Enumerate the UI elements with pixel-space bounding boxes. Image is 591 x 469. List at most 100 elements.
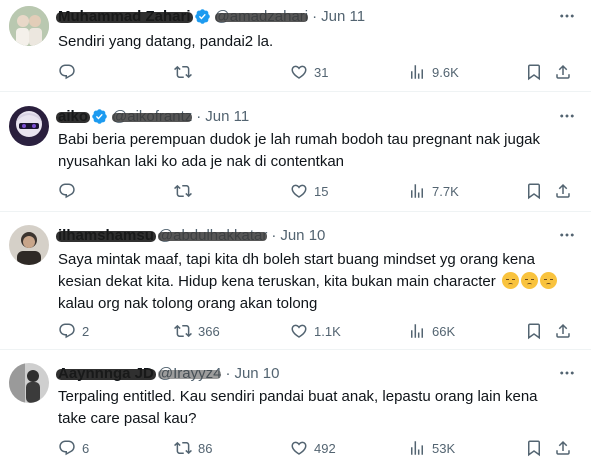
more-button[interactable] xyxy=(557,363,577,383)
avatar[interactable] xyxy=(9,363,49,403)
tweet-header: ilhamshamsu @abdulhakkatar · Jun 10 xyxy=(56,225,325,245)
share-icon xyxy=(554,322,572,340)
share-button[interactable] xyxy=(554,62,572,82)
share-icon xyxy=(554,63,572,81)
avatar-photo-bw-icon xyxy=(9,363,49,403)
retweet-button[interactable] xyxy=(174,181,198,201)
tweet[interactable]: ilhamshamsu @abdulhakkatar · Jun 10 Saya… xyxy=(0,213,591,350)
view-count: 66K xyxy=(432,323,456,339)
more-icon xyxy=(558,107,576,125)
avatar[interactable] xyxy=(9,225,49,265)
redaction-scribble xyxy=(157,369,222,379)
reply-button[interactable] xyxy=(58,62,82,82)
tweet-date[interactable]: Jun 11 xyxy=(321,8,365,25)
reply-count: 2 xyxy=(82,323,90,339)
views-button[interactable]: 9.6K xyxy=(408,62,459,82)
relieved-face-emoji xyxy=(520,272,538,289)
retweet-button[interactable] xyxy=(174,62,198,82)
avatar-photo-people-icon xyxy=(9,6,49,46)
avatar-anime-purple-icon xyxy=(9,106,49,146)
views-icon xyxy=(408,439,426,457)
view-count: 7.7K xyxy=(432,183,459,199)
relieved-face-emoji xyxy=(539,272,557,289)
display-name[interactable]: aiko xyxy=(56,108,91,125)
tweet-date[interactable]: Jun 10 xyxy=(234,365,279,382)
tweet[interactable]: aiko @aikofrantz · Jun 11 Babi beria per… xyxy=(0,93,591,212)
views-button[interactable]: 53K xyxy=(408,438,455,458)
reply-button[interactable]: 6 xyxy=(58,438,89,458)
redaction-scribble xyxy=(56,11,193,23)
view-count: 9.6K xyxy=(432,64,459,80)
redaction-scribble xyxy=(214,12,309,22)
tweet-date[interactable]: Jun 10 xyxy=(280,227,325,244)
like-icon xyxy=(290,322,308,340)
retweet-icon xyxy=(174,63,192,81)
separator-dot: · xyxy=(225,364,231,382)
handle[interactable]: @amadzahari xyxy=(214,8,309,25)
views-button[interactable]: 7.7K xyxy=(408,181,459,201)
more-button[interactable] xyxy=(557,106,577,126)
retweet-button[interactable]: 366 xyxy=(174,321,220,341)
more-icon xyxy=(558,364,576,382)
views-button[interactable]: 66K xyxy=(408,321,455,341)
share-button[interactable] xyxy=(554,438,572,458)
views-icon xyxy=(408,63,426,81)
tweet-actions: 31 9.6K xyxy=(58,62,578,82)
handle[interactable]: @Irayyz4 xyxy=(157,365,222,382)
more-icon xyxy=(558,7,576,25)
verified-icon xyxy=(194,8,211,25)
tweet[interactable]: Aaynnnga JD @Irayyz4 · Jun 10 Terpaling … xyxy=(0,351,591,469)
like-icon xyxy=(290,439,308,457)
more-button[interactable] xyxy=(557,6,577,26)
bookmark-button[interactable] xyxy=(525,438,543,458)
like-button[interactable]: 15 xyxy=(290,181,328,201)
like-button[interactable]: 492 xyxy=(290,438,336,458)
separator-dot: · xyxy=(196,107,202,125)
relieved-face-emoji xyxy=(501,272,519,289)
display-name[interactable]: Aaynnnga JD xyxy=(56,365,156,382)
display-name[interactable]: Muhammad Zahari xyxy=(56,8,193,25)
more-button[interactable] xyxy=(557,225,577,245)
tweet-text: Saya mintak maaf, tapi kita dh boleh sta… xyxy=(58,249,568,315)
redaction-scribble xyxy=(157,231,268,241)
reply-button[interactable] xyxy=(58,181,82,201)
bookmark-button[interactable] xyxy=(525,321,543,341)
tweet-date[interactable]: Jun 11 xyxy=(205,108,249,125)
like-count: 31 xyxy=(314,64,329,80)
like-count: 492 xyxy=(314,440,336,456)
tweet-header: Aaynnnga JD @Irayyz4 · Jun 10 xyxy=(56,363,279,383)
share-button[interactable] xyxy=(554,181,572,201)
share-icon xyxy=(554,439,572,457)
separator-dot: · xyxy=(312,7,318,25)
reply-icon xyxy=(58,182,76,200)
retweet-button[interactable]: 86 xyxy=(174,438,212,458)
handle[interactable]: @abdulhakkatar xyxy=(157,227,268,244)
redaction-scribble xyxy=(112,112,193,122)
avatar[interactable] xyxy=(9,6,49,46)
reply-icon xyxy=(58,322,76,340)
like-button[interactable]: 31 xyxy=(290,62,328,82)
tweet-actions: 6 86 492 53K xyxy=(58,438,578,458)
bookmark-button[interactable] xyxy=(525,181,543,201)
tweet-text: Terpaling entitled. Kau sendiri pandai b… xyxy=(58,388,542,427)
like-button[interactable]: 1.1K xyxy=(290,321,341,341)
bookmark-button[interactable] xyxy=(525,62,543,82)
retweet-icon xyxy=(174,322,192,340)
views-icon xyxy=(408,322,426,340)
tweet-header: Muhammad Zahari @amadzahari · Jun 11 xyxy=(56,6,365,26)
bookmark-icon xyxy=(525,322,543,340)
avatar[interactable] xyxy=(9,106,49,146)
tweet[interactable]: Muhammad Zahari @amadzahari · Jun 11 Sen… xyxy=(0,0,591,92)
like-icon xyxy=(290,182,308,200)
tweet-text: Sendiri yang datang, pandai2 la. xyxy=(58,33,274,50)
display-name[interactable]: ilhamshamsu xyxy=(56,227,156,244)
handle[interactable]: @aikofrantz xyxy=(112,108,193,125)
share-button[interactable] xyxy=(554,321,572,341)
avatar-photo-person-icon xyxy=(9,225,49,265)
reply-button[interactable]: 2 xyxy=(58,321,89,341)
tweet-header: aiko @aikofrantz · Jun 11 xyxy=(56,106,249,126)
like-count: 1.1K xyxy=(314,323,341,339)
like-count: 15 xyxy=(314,183,329,199)
retweet-icon xyxy=(174,439,192,457)
reply-icon xyxy=(58,63,76,81)
